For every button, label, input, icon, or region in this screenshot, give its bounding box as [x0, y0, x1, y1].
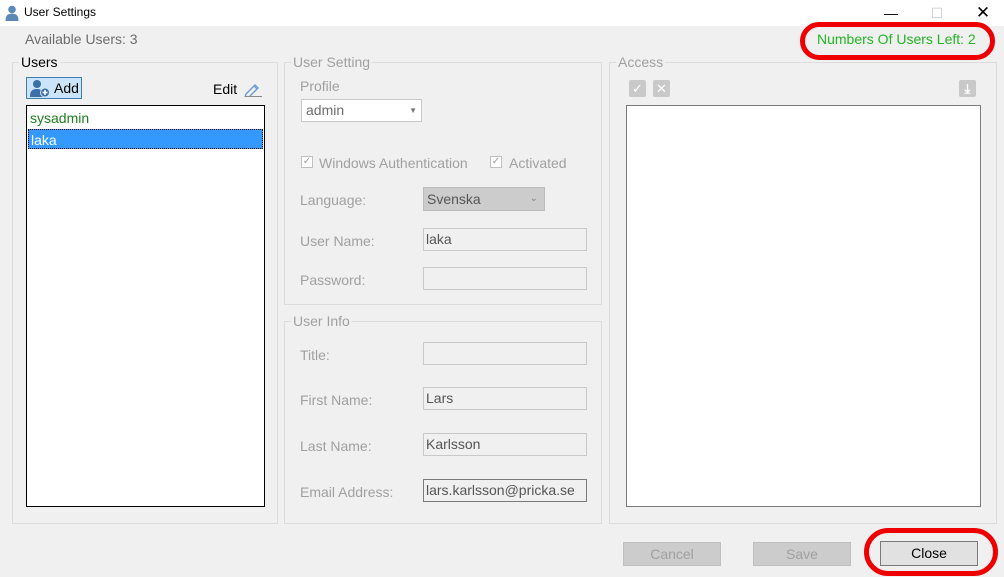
access-list[interactable]: [626, 105, 981, 507]
last-name-label: Last Name:: [300, 438, 372, 454]
password-label: Password:: [300, 272, 366, 288]
access-legend: Access: [616, 54, 666, 70]
activated-checkbox[interactable]: ✓: [490, 156, 502, 168]
available-users-label: Available Users: 3: [25, 31, 138, 47]
uncheck-all-icon[interactable]: ✕: [653, 80, 670, 97]
window-title: User Settings: [24, 5, 97, 19]
users-list[interactable]: sysadmin laka: [26, 105, 265, 507]
user-info-legend: User Info: [291, 313, 352, 329]
language-select[interactable]: Svenska ⌄: [423, 187, 545, 211]
language-label: Language:: [300, 192, 367, 208]
user-setting-legend: User Setting: [291, 54, 373, 70]
highlight-ring-users-left: [800, 22, 995, 60]
edit-user-button[interactable]: Edit: [213, 81, 237, 97]
user-icon: [5, 5, 19, 21]
username-label: User Name:: [300, 233, 375, 249]
windows-auth-checkbox[interactable]: ✓: [301, 156, 313, 168]
chevron-down-icon: ▼: [409, 106, 417, 115]
username-field[interactable]: laka: [423, 228, 587, 251]
email-label: Email Address:: [300, 484, 394, 500]
list-item-selected[interactable]: laka: [28, 129, 263, 149]
check-all-icon[interactable]: ✓: [629, 80, 646, 97]
profile-select[interactable]: admin ▼: [301, 99, 422, 122]
profile-label: Profile: [300, 78, 340, 94]
users-legend: Users: [19, 54, 60, 70]
add-user-button[interactable]: Add: [26, 77, 82, 99]
add-user-icon: [30, 79, 50, 97]
download-icon[interactable]: ⤓: [959, 80, 976, 97]
profile-value: admin: [306, 102, 345, 118]
highlight-ring-close: [864, 528, 998, 576]
title-field[interactable]: [423, 342, 587, 365]
activated-label: Activated: [509, 155, 567, 171]
windows-auth-label: Windows Authentication: [319, 155, 468, 171]
chevron-down-icon: ⌄: [529, 193, 538, 204]
list-item[interactable]: sysadmin: [28, 108, 263, 128]
language-value: Svenska: [427, 191, 481, 207]
password-field[interactable]: [423, 267, 587, 290]
save-button[interactable]: Save: [753, 542, 851, 566]
first-name-field[interactable]: Lars: [423, 387, 587, 410]
last-name-field[interactable]: Karlsson: [423, 433, 587, 456]
cancel-button[interactable]: Cancel: [623, 542, 721, 566]
add-user-label: Add: [54, 80, 79, 96]
first-name-label: First Name:: [300, 392, 373, 408]
email-field[interactable]: lars.karlsson@pricka.se: [423, 479, 587, 502]
edit-pencil-icon[interactable]: [243, 81, 263, 97]
title-label: Title:: [300, 347, 330, 363]
